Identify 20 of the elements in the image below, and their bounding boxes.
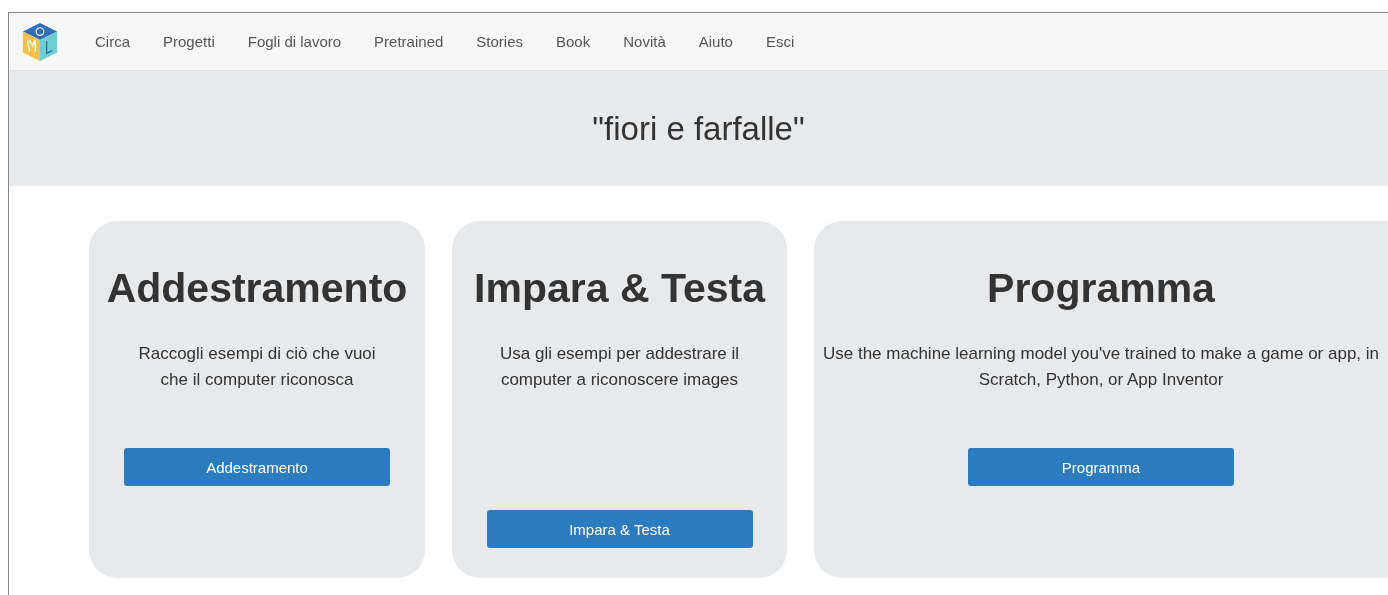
card-button[interactable]: Programma — [968, 448, 1234, 486]
nav-link[interactable]: Fogli di lavoro — [247, 33, 342, 50]
card-button[interactable]: Impara & Testa — [486, 510, 753, 548]
card-title: Programma — [987, 264, 1215, 313]
nav-link[interactable]: Aiuto — [698, 33, 733, 50]
card-button[interactable]: Addestramento — [124, 448, 390, 486]
nav-link[interactable]: Novità — [623, 33, 666, 50]
nav-link[interactable]: Stories — [476, 33, 523, 50]
nav-link[interactable]: Circa — [95, 33, 130, 50]
cube-logo-icon[interactable] — [21, 20, 59, 63]
card-description: Use the machine learning model you've trained to make a game or app, in Scratch, Python, or App Inventor — [821, 343, 1381, 391]
nav-link[interactable]: Book — [556, 33, 591, 50]
card-description: Raccogli esempi di ciò che vuoi che il computer riconosca — [137, 343, 377, 391]
nav-link[interactable]: Esci — [765, 33, 795, 50]
card-title: Addestramento — [106, 264, 408, 313]
nav-link[interactable]: Pretrained — [374, 33, 444, 50]
card-description: Usa gli esempi per addestrare il computer a riconoscere images — [498, 343, 741, 391]
card-title: Impara & Testa — [474, 264, 765, 313]
project-title: "fiori e farfalle" — [592, 109, 805, 148]
nav-link[interactable]: Progetti — [163, 33, 215, 50]
